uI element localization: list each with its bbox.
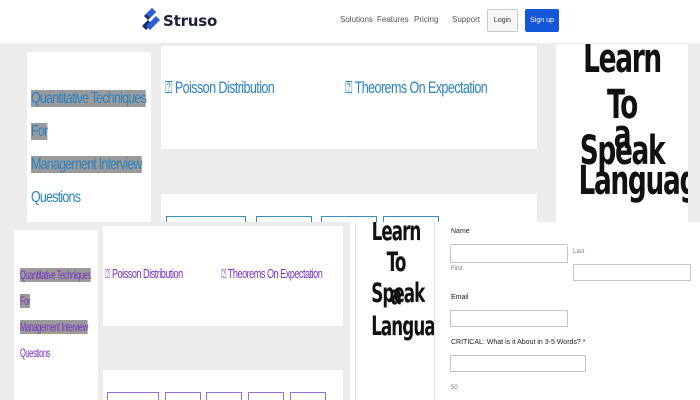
question-icon: ⍰ [165,78,173,97]
lower-sidebar-title-line-1: Quantitative Techniques For [20,268,91,308]
question-icon: ⍰ [221,266,226,281]
upper-sidebar-title[interactable]: Quantitative Techniques For Management I… [31,82,148,214]
nav-support[interactable]: Support [452,15,480,24]
question-icon: ⍰ [105,266,110,281]
upper-sidebar-title-line-3: Questions [31,189,81,206]
character-counter: 50 [451,385,458,391]
lower-sidebar-title-line-3: Questions [20,346,51,360]
critical-question-label: CRITICAL: What is it About in 3-5 Words?… [451,339,586,346]
lower-ad-banner[interactable]: Learn To Speak a Language [355,222,435,400]
last-name-label: Last [573,249,585,255]
lower-sidebar: Quantitative Techniques For Management I… [14,230,98,400]
name-label: Name [451,228,470,235]
upper-link-expectation[interactable]: ⍰ Theorems On Expectation [345,78,488,98]
lower-sidebar-title[interactable]: Quantitative Techniques For Management I… [20,262,101,366]
upper-sidebar: Quantitative Techniques For Management I… [27,52,151,232]
upper-link-poisson-label: Poisson Distribution [174,78,275,97]
question-icon: ⍰ [345,78,353,97]
nav-solutions[interactable]: Solutions [340,15,373,24]
lower-link-expectation-label: Theorems On Expectation [227,266,323,281]
upper-content-area: Quantitative Techniques For Management I… [0,44,700,234]
brand-name: Struso [163,12,218,30]
lower-content-area: Quantitative Techniques For Management I… [0,222,700,400]
lower-tag[interactable] [165,392,201,400]
lower-ad-line-2: a Language [371,280,435,342]
struso-logo-icon [142,8,160,30]
upper-link-poisson[interactable]: ⍰ Poisson Distribution [165,78,275,98]
upper-ad-banner[interactable]: Learn To Speak a Language [556,44,688,224]
login-button[interactable]: Login [487,9,518,32]
nav-pricing[interactable]: Pricing [414,15,438,24]
lower-tag[interactable] [206,392,242,400]
upper-link-expectation-label: Theorems On Expectation [354,78,488,97]
email-field[interactable] [450,310,568,327]
last-name-field[interactable] [573,264,691,281]
lower-link-poisson[interactable]: ⍰ Poisson Distribution [105,266,183,282]
critical-question-field[interactable] [450,355,586,372]
signup-button[interactable]: Sign up [525,9,559,32]
first-name-label: First [451,266,463,272]
nav-features[interactable]: Features [377,15,409,24]
email-label: Email [451,294,469,301]
upper-ad-line-2: a Language [578,112,688,204]
lower-link-expectation[interactable]: ⍰ Theorems On Expectation [221,266,323,282]
upper-sidebar-title-line-1: Quantitative Techniques For [31,90,147,140]
upper-sidebar-title-line-2: Management Interview [31,156,142,173]
lower-tag[interactable] [248,392,284,400]
name-top-divider [450,244,568,245]
lower-tag[interactable] [107,392,159,400]
lower-link-poisson-label: Poisson Distribution [112,266,183,281]
brand-logo[interactable]: Struso [142,8,217,34]
lower-sidebar-title-line-2: Management Interview [20,320,88,334]
site-header: Struso Solutions Features Pricing Suppor… [0,0,700,44]
lower-tag[interactable] [290,392,326,400]
lower-topic-card: ⍰ Poisson Distribution ⍰ Theorems On Exp… [103,226,343,326]
upper-topic-card: ⍰ Poisson Distribution ⍰ Theorems On Exp… [161,46,537,149]
first-name-field[interactable] [450,246,568,263]
